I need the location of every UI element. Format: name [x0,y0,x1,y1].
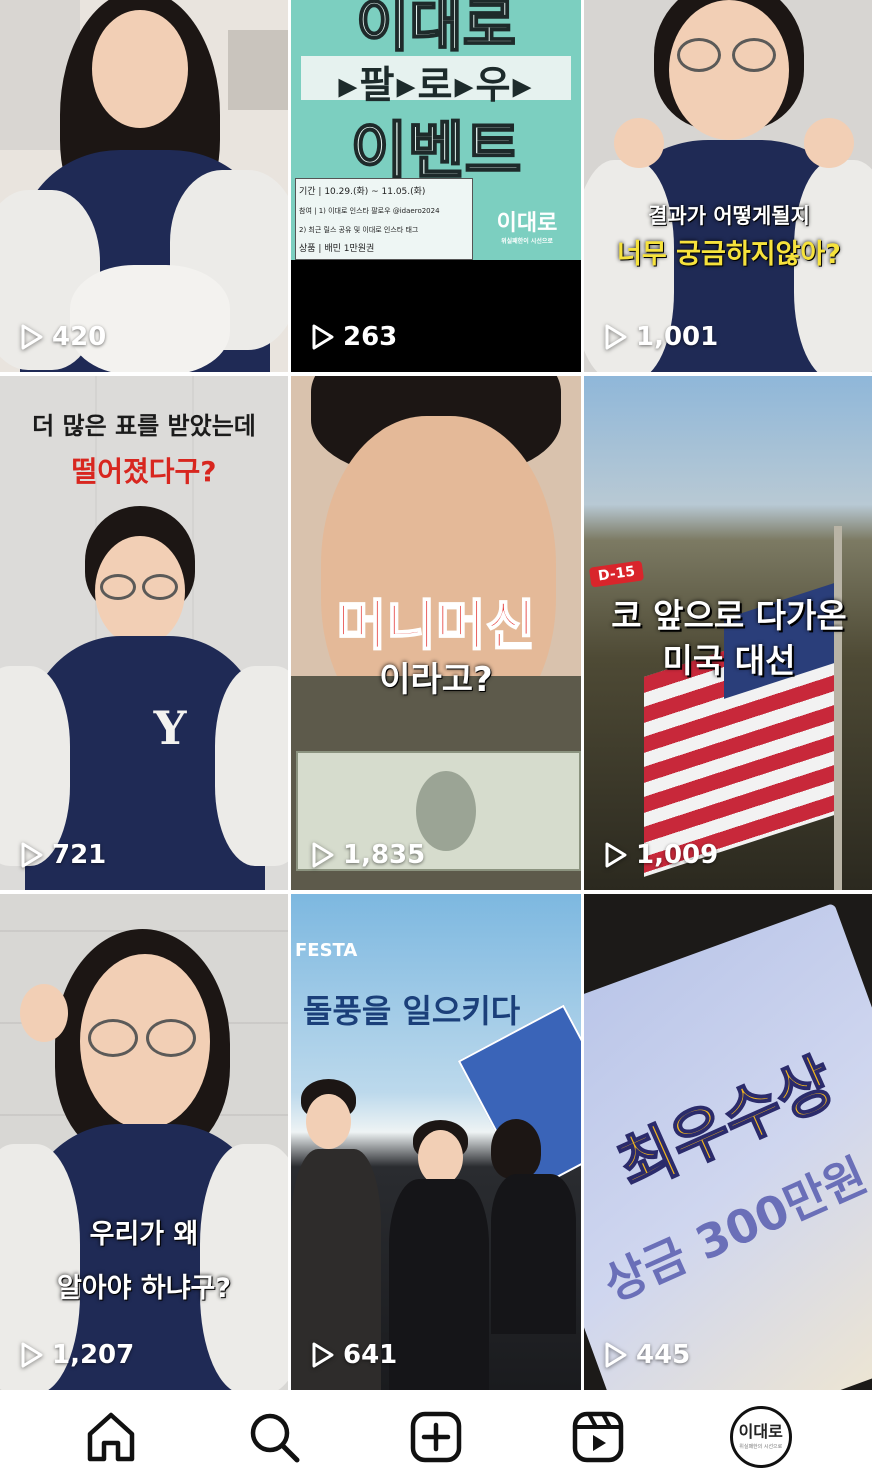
reel-tile[interactable]: 우리가 왜 알아야 하냐구? 1,207 [0,894,288,1390]
poster-brand-sub: 위실패한이 시선으로 [501,238,553,245]
poster-info-prize: 상품 | 배민 1만원권 [299,244,375,254]
poster-info-join: 참여 | 1) 이대로 인스타 팔로우 @idaero2024 [299,207,440,215]
reel-tile[interactable]: 머니머신 이라고? 1,835 [291,376,581,890]
view-count: 420 [20,322,106,352]
avatar-brand: 이대로 [738,1421,783,1441]
view-count: 1,009 [604,840,718,870]
poster-line1: 이대로 [355,0,517,60]
caption-line2: 떨어졌다구? [71,455,217,488]
jacket-letter: Y [153,701,187,755]
play-icon [605,1342,627,1368]
d-day-badge: D-15 [588,560,645,588]
bottom-nav: 이대로 위실패한의 시선으로 [0,1390,872,1483]
caption-line1: 돌풍을 일으키다 [303,992,521,1030]
nav-home[interactable] [76,1402,146,1472]
caption-line1: 우리가 왜 [89,1219,199,1250]
caption-line2: 너무 궁금하지않아? [617,239,841,270]
poster-info-period: 기간 | 10.29.(화) ~ 11.05.(화) [299,187,426,197]
reel-tile[interactable]: 이대로 ▸팔▸로▸우▸ 이벤트 기간 | 10.29.(화) ~ 11.05.(… [291,0,581,372]
play-icon [605,324,627,350]
play-icon [312,324,334,350]
caption-line1: 결과가 어떻게될지 [648,204,810,228]
reels-grid: 420 이대로 ▸팔▸로▸우▸ 이벤트 기간 | 10.29.(화) ~ 11.… [0,0,872,1390]
nav-profile[interactable]: 이대로 위실패한의 시선으로 [726,1402,796,1472]
play-icon [605,842,627,868]
caption-line2: 미국 대선 [662,641,796,680]
avatar-sub: 위실패한의 시선으로 [739,1443,783,1450]
nav-create[interactable] [401,1402,471,1472]
reel-tile[interactable]: 결과가 어떻게될지 너무 궁금하지않아? 1,001 [584,0,872,372]
festa-label: FESTA [295,940,358,961]
caption-line2: 알아야 하냐구? [56,1273,232,1304]
reels-icon [573,1411,624,1462]
view-count: 1,001 [604,322,718,352]
reel-tile[interactable]: 더 많은 표를 받았는데 떨어졌다구? Y 721 [0,376,288,890]
caption-line1: 머니머신 [336,593,537,658]
home-icon [87,1412,135,1461]
nav-reels[interactable] [563,1402,633,1472]
reel-tile[interactable]: D-15 코 앞으로 다가온 미국 대선 1,009 [584,376,872,890]
reel-tile[interactable]: 420 [0,0,288,372]
view-count: 1,207 [20,1340,134,1370]
play-icon [312,1342,334,1368]
view-count: 721 [20,840,106,870]
view-count: 263 [311,322,397,352]
view-count: 445 [604,1340,690,1370]
caption-line1: 코 앞으로 다가온 [611,596,847,635]
play-icon [312,842,334,868]
reel-tile[interactable]: 최우수상 상금 300만원 445 [584,894,872,1390]
reel-tile[interactable]: FESTA 돌풍을 일으키다 641 [291,894,581,1390]
poster-info-share: 2) 최근 릴스 공유 및 이대로 인스타 태그 [299,226,419,234]
view-count: 1,835 [311,840,425,870]
caption-line2: 이라고? [379,660,493,700]
create-icon [410,1411,462,1462]
play-icon [21,842,43,868]
poster-info: 기간 | 10.29.(화) ~ 11.05.(화) 참여 | 1) 이대로 인… [299,183,471,259]
poster-brand: 이대로 [496,210,558,236]
view-count: 641 [311,1340,397,1370]
nav-search[interactable] [239,1402,309,1472]
search-icon [250,1413,300,1462]
avatar: 이대로 위실패한의 시선으로 [729,1405,792,1468]
caption-line1: 더 많은 표를 받았는데 [32,412,256,440]
poster-line3: 이벤트 [349,113,522,188]
play-icon [21,324,43,350]
play-icon [21,1342,43,1368]
